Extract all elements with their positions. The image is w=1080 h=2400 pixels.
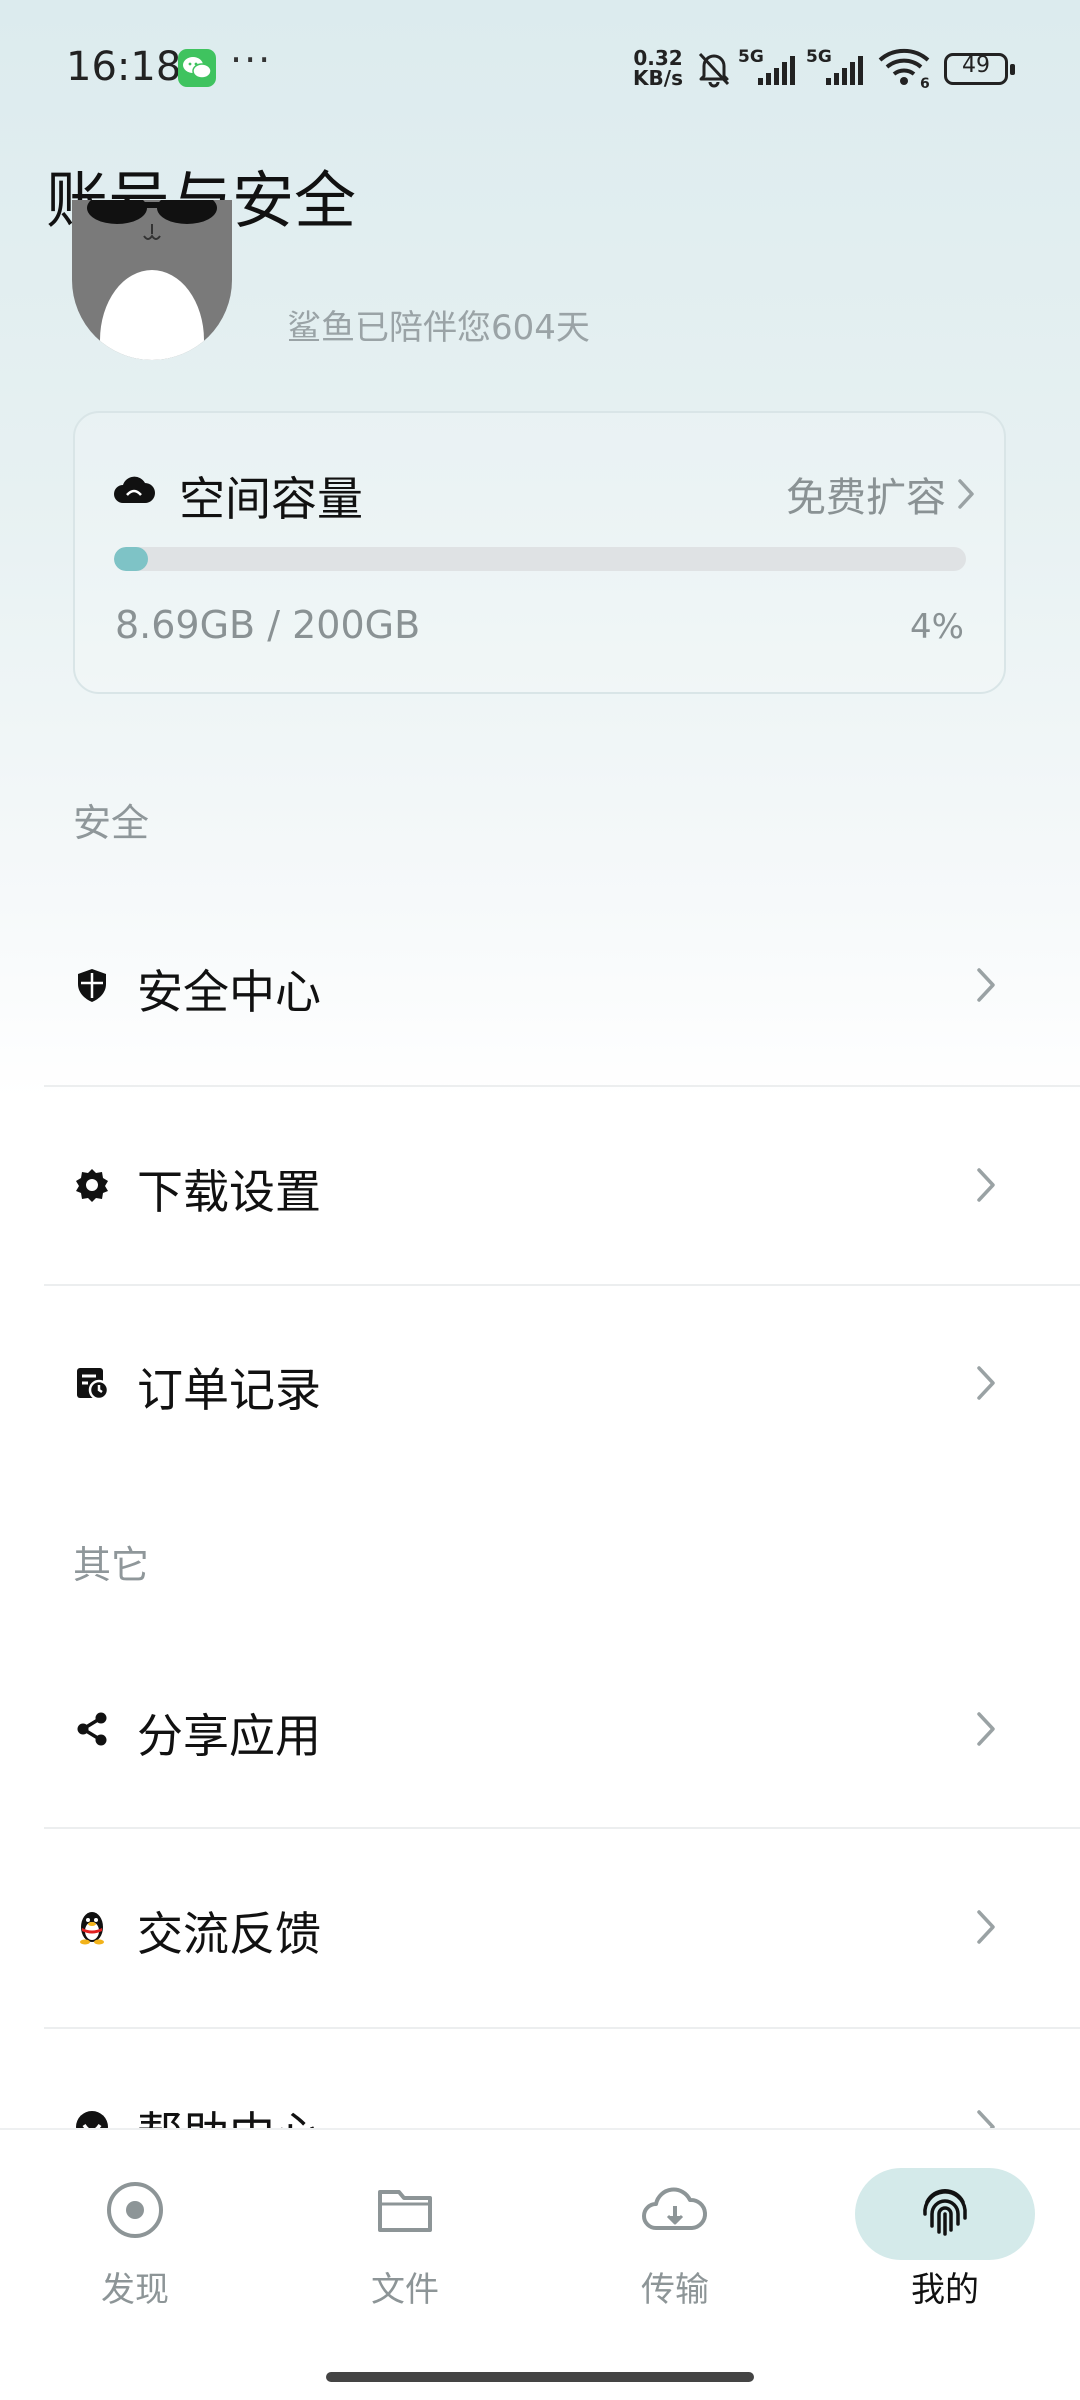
nav-tab-transfer[interactable]: 传输 xyxy=(575,2130,775,2330)
menu-item-label: 分享应用 xyxy=(137,1709,321,1763)
nav-tab-label: 我的 xyxy=(911,2270,979,2310)
qq-penguin-icon xyxy=(80,1912,104,1945)
folder-icon xyxy=(378,2190,432,2232)
section-label-security: 安全 xyxy=(73,801,150,845)
cloud-download-icon xyxy=(642,2187,708,2230)
network-speed-value: 0.32 xyxy=(633,46,683,70)
menu-item-label: 安全中心 xyxy=(137,965,321,1019)
signal-5g-icon-2: 5G xyxy=(806,47,863,85)
chevron-right-icon xyxy=(977,1712,995,1746)
network-speed-unit: KB/s xyxy=(633,66,683,90)
menu-item-share-app[interactable]: 分享应用 xyxy=(44,1629,1080,1829)
menu-item-security-center[interactable]: 安全中心 xyxy=(44,885,1080,1085)
battery-icon: 49 xyxy=(944,53,1015,85)
menu-item-label: 订单记录 xyxy=(137,1363,321,1417)
signal-2-label: 5G xyxy=(806,47,832,67)
chevron-right-icon xyxy=(977,1168,995,1202)
menu-item-feedback[interactable]: 交流反馈 xyxy=(44,1827,1080,2027)
mute-bell-icon xyxy=(698,52,730,88)
cloud-icon xyxy=(114,476,155,503)
storage-percent-text: 4% xyxy=(910,607,964,647)
chevron-right-icon xyxy=(977,1910,995,1944)
chevron-right-icon xyxy=(977,1366,995,1400)
wifi-badge: 6 xyxy=(920,76,930,90)
nav-tab-label: 发现 xyxy=(101,2270,169,2310)
storage-progress-bar xyxy=(114,547,966,571)
free-expand-label: 免费扩容 xyxy=(786,475,946,521)
menu-item-order-history[interactable]: 订单记录 xyxy=(44,1283,1080,1483)
signal-1-label: 5G xyxy=(738,47,764,67)
companion-days-text: 鲨鱼已陪伴您604天 xyxy=(287,308,590,348)
storage-usage-text: 8.69GB / 200GB xyxy=(115,603,421,647)
avatar[interactable] xyxy=(72,200,232,360)
discover-icon xyxy=(107,2182,163,2238)
fingerprint-icon xyxy=(923,2189,967,2236)
share-icon xyxy=(77,1712,107,1746)
home-indicator[interactable] xyxy=(326,2372,754,2382)
chevron-right-icon xyxy=(958,479,974,509)
status-bar: 16:18 ··· 0.32 KB/s 5G 5G 6 49 xyxy=(0,0,1080,130)
free-expand-link[interactable]: 免费扩容 xyxy=(786,465,976,523)
storage-card: 空间容量 免费扩容 8.69GB / 200GB 4% xyxy=(73,411,1006,694)
chevron-right-icon xyxy=(977,968,995,1002)
more-notifications-icon: ··· xyxy=(230,38,273,82)
menu-item-download-settings[interactable]: 下载设置 xyxy=(44,1085,1080,1285)
menu-item-label: 交流反馈 xyxy=(137,1907,321,1961)
section-label-other: 其它 xyxy=(73,1543,150,1587)
nav-tab-label: 文件 xyxy=(371,2270,439,2310)
nav-tab-files[interactable]: 文件 xyxy=(305,2130,505,2330)
network-speed: 0.32 KB/s xyxy=(630,48,686,88)
shield-icon xyxy=(78,969,106,1002)
signal-5g-icon-1: 5G xyxy=(738,47,795,85)
wifi-icon: 6 xyxy=(878,48,930,90)
storage-title: 空间容量 xyxy=(179,472,363,526)
nav-tab-label: 传输 xyxy=(641,2270,709,2310)
bottom-navigation: 发现 文件 传输 我的 xyxy=(0,2128,1080,2400)
storage-progress-fill xyxy=(114,547,149,571)
gear-icon xyxy=(76,1169,108,1202)
menu-item-label: 下载设置 xyxy=(137,1165,321,1219)
nav-tab-mine[interactable]: 我的 xyxy=(845,2130,1045,2330)
wechat-notification-icon xyxy=(178,49,216,87)
battery-level: 49 xyxy=(962,53,990,78)
status-time: 16:18 xyxy=(66,44,182,90)
order-history-icon xyxy=(77,1368,110,1401)
nav-tab-discover[interactable]: 发现 xyxy=(35,2130,235,2330)
